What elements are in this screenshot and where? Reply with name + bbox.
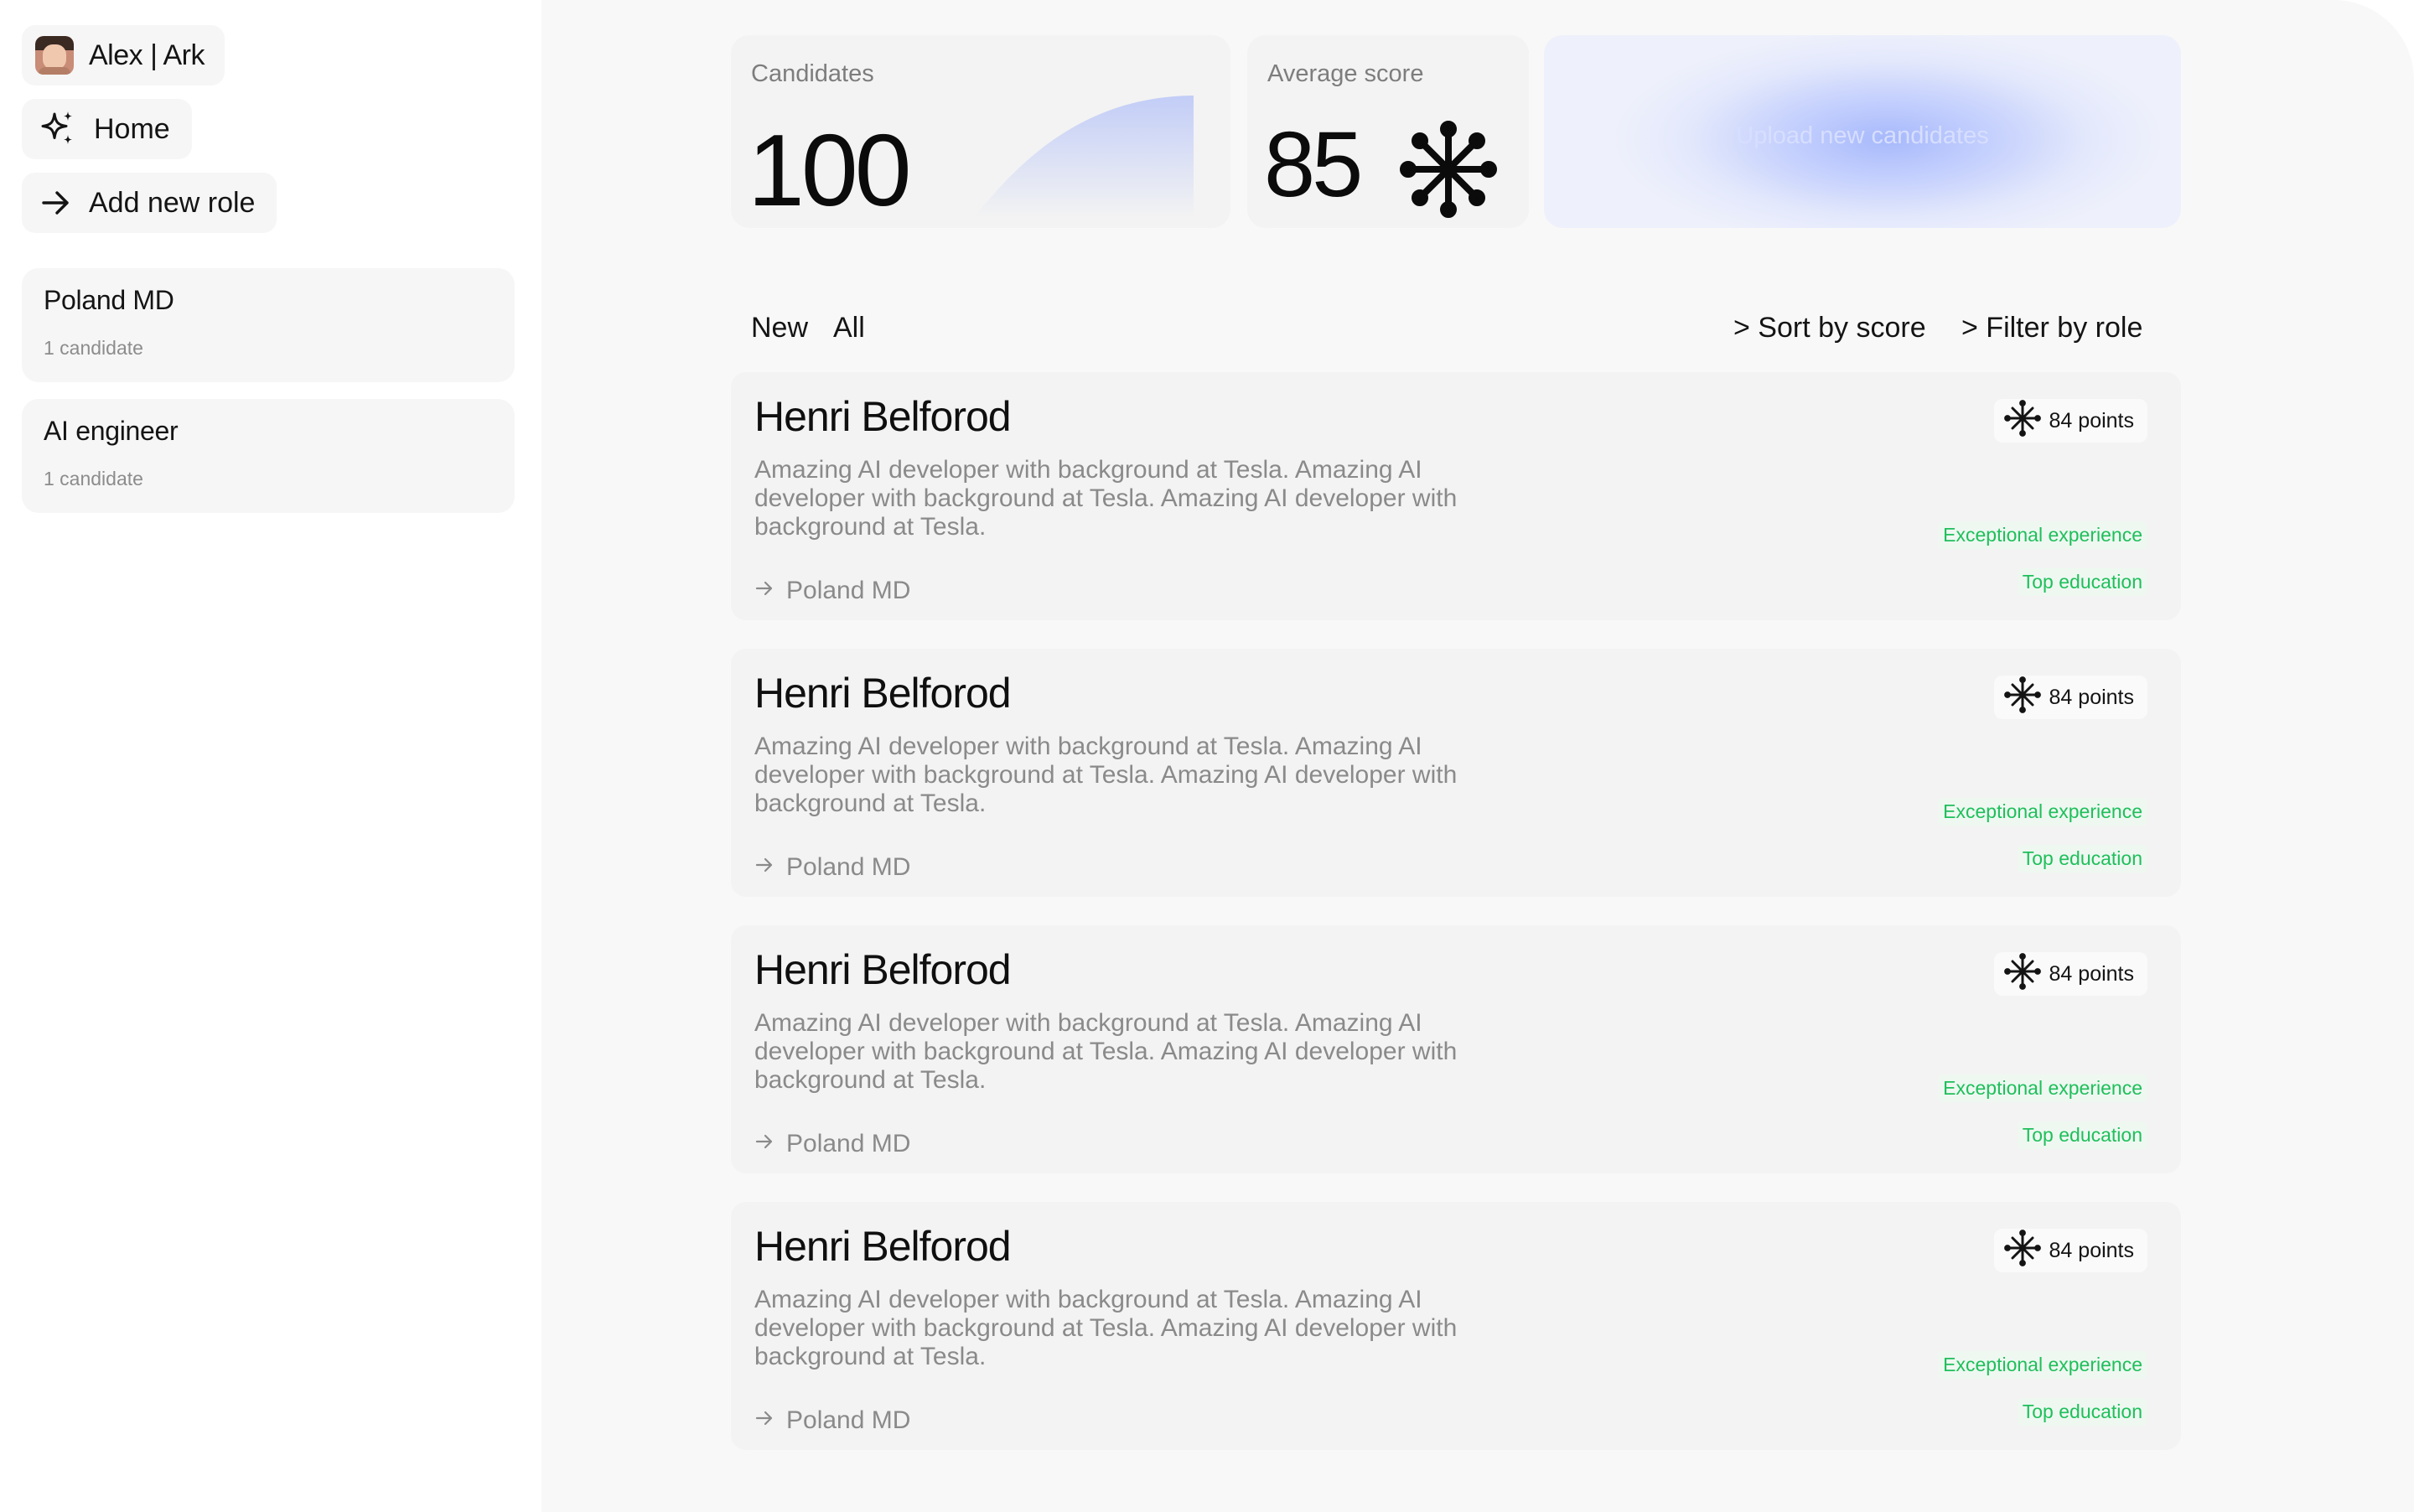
role-title: Poland MD [44,285,174,315]
tag-exceptional-experience: Exceptional experience [1938,1351,2147,1379]
tag-top-education: Top education [2017,1398,2147,1426]
candidate-card[interactable]: Henri Belforod Amazing AI developer with… [731,925,2181,1173]
candidate-name: Henri Belforod [754,946,1012,993]
arrow-right-icon [754,1130,774,1158]
score-points: 84 points [2049,685,2134,709]
sort-by-score-button[interactable]: > Sort by score [1733,312,1926,344]
score-points: 84 points [2049,961,2134,986]
user-profile-button[interactable]: Alex | Ark [22,25,225,85]
candidate-name: Henri Belforod [754,670,1012,717]
score-points: 84 points [2049,1238,2134,1262]
add-new-role-button[interactable]: Add new role [22,173,277,233]
avatar [35,36,74,75]
tag-exceptional-experience: Exceptional experience [1938,798,2147,826]
candidate-description: Amazing AI developer with background at … [754,456,1458,541]
candidate-role: Poland MD [786,1406,911,1434]
asterisk-icon [1398,119,1499,224]
asterisk-icon [2003,399,2041,443]
role-candidate-count: 1 candidate [44,468,143,489]
score-points: 84 points [2049,408,2134,432]
score-badge: 84 points [1993,952,2147,996]
candidate-role: Poland MD [786,577,911,604]
candidate-role: Poland MD [786,853,911,881]
score-badge: 84 points [1993,1229,2147,1272]
candidate-card[interactable]: Henri Belforod Amazing AI developer with… [731,649,2181,897]
tag-exceptional-experience: Exceptional experience [1938,1074,2147,1102]
role-candidate-count: 1 candidate [44,337,143,359]
candidate-role-link[interactable]: Poland MD [754,853,910,882]
arrow-right-icon [39,186,72,220]
sidebar: Alex | Ark Home Add new role Poland MD 1… [0,0,541,1512]
asterisk-icon [2003,676,2041,719]
arrow-right-icon [754,1406,774,1435]
tab-new[interactable]: New [751,312,808,344]
role-title: AI engineer [44,416,179,446]
role-card-ai-engineer[interactable]: AI engineer 1 candidate [22,399,515,513]
candidate-role-link[interactable]: Poland MD [754,577,910,605]
score-badge: 84 points [1993,676,2147,719]
candidate-role-link[interactable]: Poland MD [754,1130,910,1158]
main-panel: Candidates 100 Average score 85 Upload n… [541,0,2414,1512]
role-card-poland-md[interactable]: Poland MD 1 candidate [22,268,515,382]
filter-by-role-button[interactable]: > Filter by role [1961,312,2142,344]
arrow-right-icon [754,577,774,605]
home-label: Home [94,112,170,145]
tag-top-education: Top education [2017,568,2147,596]
user-name: Alex | Ark [89,39,205,71]
candidate-name: Henri Belforod [754,393,1012,440]
add-new-role-label: Add new role [89,186,256,219]
upload-candidates-button[interactable]: Upload new candidates [1544,35,2181,228]
tab-all[interactable]: All [833,312,865,344]
candidates-stat-value: 100 [748,113,912,227]
asterisk-icon [2003,1229,2041,1272]
growth-curve-graphic [974,96,1194,218]
tag-top-education: Top education [2017,1121,2147,1149]
candidate-description: Amazing AI developer with background at … [754,1286,1458,1370]
candidate-card[interactable]: Henri Belforod Amazing AI developer with… [731,372,2181,620]
candidate-role: Poland MD [786,1130,911,1157]
asterisk-icon [2003,952,2041,996]
arrow-right-icon [754,853,774,882]
tag-top-education: Top education [2017,845,2147,873]
candidate-card[interactable]: Henri Belforod Amazing AI developer with… [731,1202,2181,1450]
candidate-name: Henri Belforod [754,1223,1012,1270]
sparkle-icon [39,110,77,148]
candidate-description: Amazing AI developer with background at … [754,733,1458,817]
candidate-role-link[interactable]: Poland MD [754,1406,910,1435]
score-badge: 84 points [1993,399,2147,443]
average-score-value: 85 [1264,113,1363,216]
upload-candidates-label: Upload new candidates [1736,122,1989,149]
average-score-label: Average score [1267,60,1424,87]
candidates-stat-label: Candidates [751,60,874,87]
home-button[interactable]: Home [22,99,192,159]
candidate-description: Amazing AI developer with background at … [754,1009,1458,1094]
tag-exceptional-experience: Exceptional experience [1938,521,2147,549]
average-score-stat-card: Average score 85 [1247,35,1529,228]
candidates-stat-card: Candidates 100 [731,35,1230,228]
